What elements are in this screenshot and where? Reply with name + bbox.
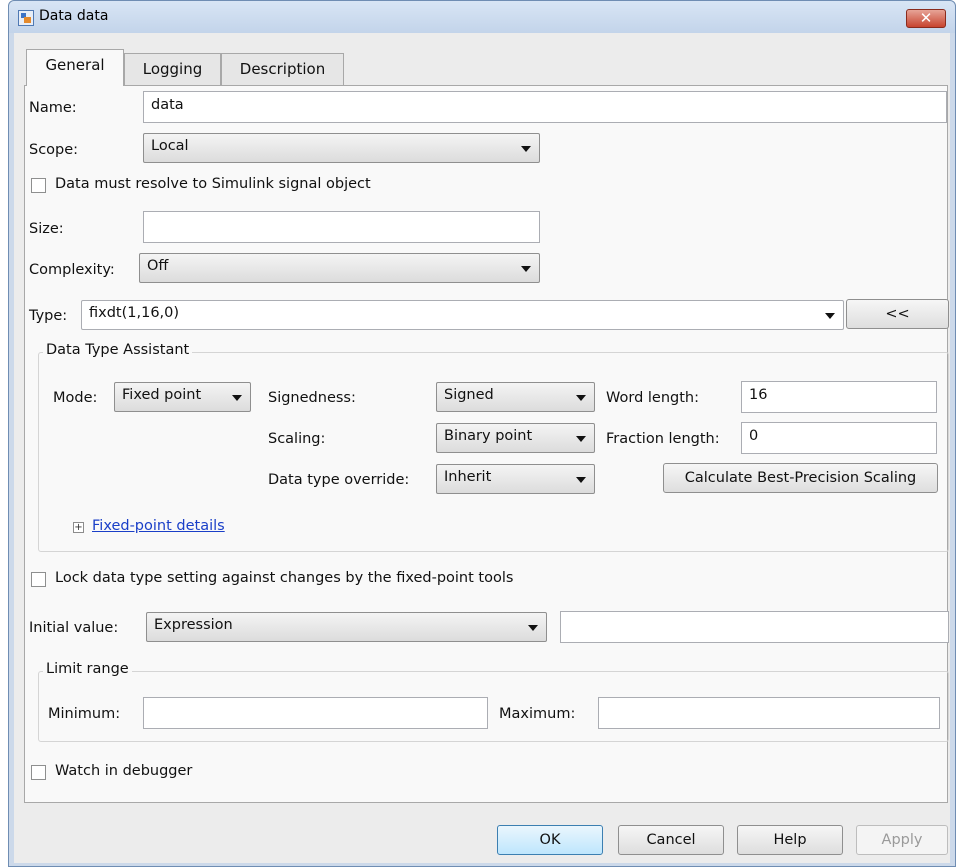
signedness-label: Signedness:: [268, 390, 356, 406]
name-field[interactable]: data: [143, 91, 947, 123]
chevron-down-icon: [576, 395, 586, 401]
scope-value: Local: [151, 138, 189, 154]
chevron-down-icon: [521, 266, 531, 272]
minimum-field[interactable]: [143, 697, 488, 729]
initial-value-label: Initial value:: [29, 620, 119, 636]
resolve-signal-checkbox[interactable]: [31, 178, 46, 193]
ok-button[interactable]: OK: [497, 825, 603, 855]
close-button[interactable]: ✕: [906, 9, 946, 28]
tab-general[interactable]: General: [26, 49, 124, 86]
mode-dropdown[interactable]: Fixed point: [114, 382, 251, 412]
type-value: fixdt(1,16,0): [89, 305, 180, 321]
chevron-down-icon: [825, 313, 835, 319]
tab-logging[interactable]: Logging: [124, 53, 221, 85]
tab-description[interactable]: Description: [221, 53, 344, 85]
type-label: Type:: [29, 308, 68, 324]
name-label: Name:: [29, 100, 77, 116]
chevron-down-icon: [528, 625, 538, 631]
mode-value: Fixed point: [122, 387, 202, 403]
window-title: Data data: [39, 8, 109, 24]
size-field[interactable]: [143, 211, 540, 243]
cancel-button[interactable]: Cancel: [618, 825, 724, 855]
watch-debugger-checkbox[interactable]: [31, 765, 46, 780]
expand-plus-icon[interactable]: +: [73, 522, 84, 533]
calculate-scaling-button[interactable]: Calculate Best-Precision Scaling: [663, 463, 938, 493]
complexity-dropdown[interactable]: Off: [139, 253, 540, 283]
complexity-value: Off: [147, 258, 169, 274]
help-button[interactable]: Help: [737, 825, 843, 855]
fixed-point-details-link[interactable]: Fixed-point details: [92, 518, 225, 534]
dialog-client: General Logging Description Name: data S…: [14, 33, 950, 863]
data-type-assistant-title: Data Type Assistant: [43, 342, 193, 358]
word-length-label: Word length:: [606, 390, 699, 406]
override-dropdown[interactable]: Inherit: [436, 464, 595, 494]
chevron-down-icon: [232, 395, 242, 401]
resolve-signal-label: Data must resolve to Simulink signal obj…: [55, 176, 371, 192]
signedness-dropdown[interactable]: Signed: [436, 382, 595, 412]
type-combo[interactable]: fixdt(1,16,0): [81, 300, 844, 330]
fraction-length-field[interactable]: 0: [741, 422, 937, 454]
chevron-down-icon: [521, 146, 531, 152]
dialog-window: Data data ✕ General Logging Description …: [8, 0, 956, 867]
size-label: Size:: [29, 221, 64, 237]
general-tab-panel: Name: data Scope: Local Data must resolv…: [24, 85, 949, 803]
fraction-length-label: Fraction length:: [606, 431, 720, 447]
complexity-label: Complexity:: [29, 262, 115, 278]
title-bar[interactable]: Data data ✕: [9, 1, 955, 33]
watch-debugger-label: Watch in debugger: [55, 763, 193, 779]
initial-value-field[interactable]: [560, 611, 949, 643]
lock-data-type-checkbox[interactable]: [31, 572, 46, 587]
apply-button[interactable]: Apply: [856, 825, 948, 855]
scaling-label: Scaling:: [268, 431, 326, 447]
scaling-value: Binary point: [444, 428, 533, 444]
maximum-field[interactable]: [598, 697, 940, 729]
lock-data-type-label: Lock data type setting against changes b…: [55, 570, 514, 586]
override-value: Inherit: [444, 469, 492, 485]
limit-range-title: Limit range: [43, 661, 132, 677]
chevron-down-icon: [576, 477, 586, 483]
maximum-label: Maximum:: [499, 706, 576, 722]
word-length-field[interactable]: 16: [741, 381, 937, 413]
initial-value-mode: Expression: [154, 617, 233, 633]
scope-label: Scope:: [29, 142, 79, 158]
simulink-app-icon: [18, 10, 34, 26]
mode-label: Mode:: [53, 390, 98, 406]
minimum-label: Minimum:: [48, 706, 121, 722]
chevron-down-icon: [576, 436, 586, 442]
scope-dropdown[interactable]: Local: [143, 133, 540, 163]
signedness-value: Signed: [444, 387, 494, 403]
hide-assistant-button[interactable]: <<: [846, 299, 949, 329]
override-label: Data type override:: [268, 472, 410, 488]
scaling-dropdown[interactable]: Binary point: [436, 423, 595, 453]
initial-value-mode-dropdown[interactable]: Expression: [146, 612, 547, 642]
